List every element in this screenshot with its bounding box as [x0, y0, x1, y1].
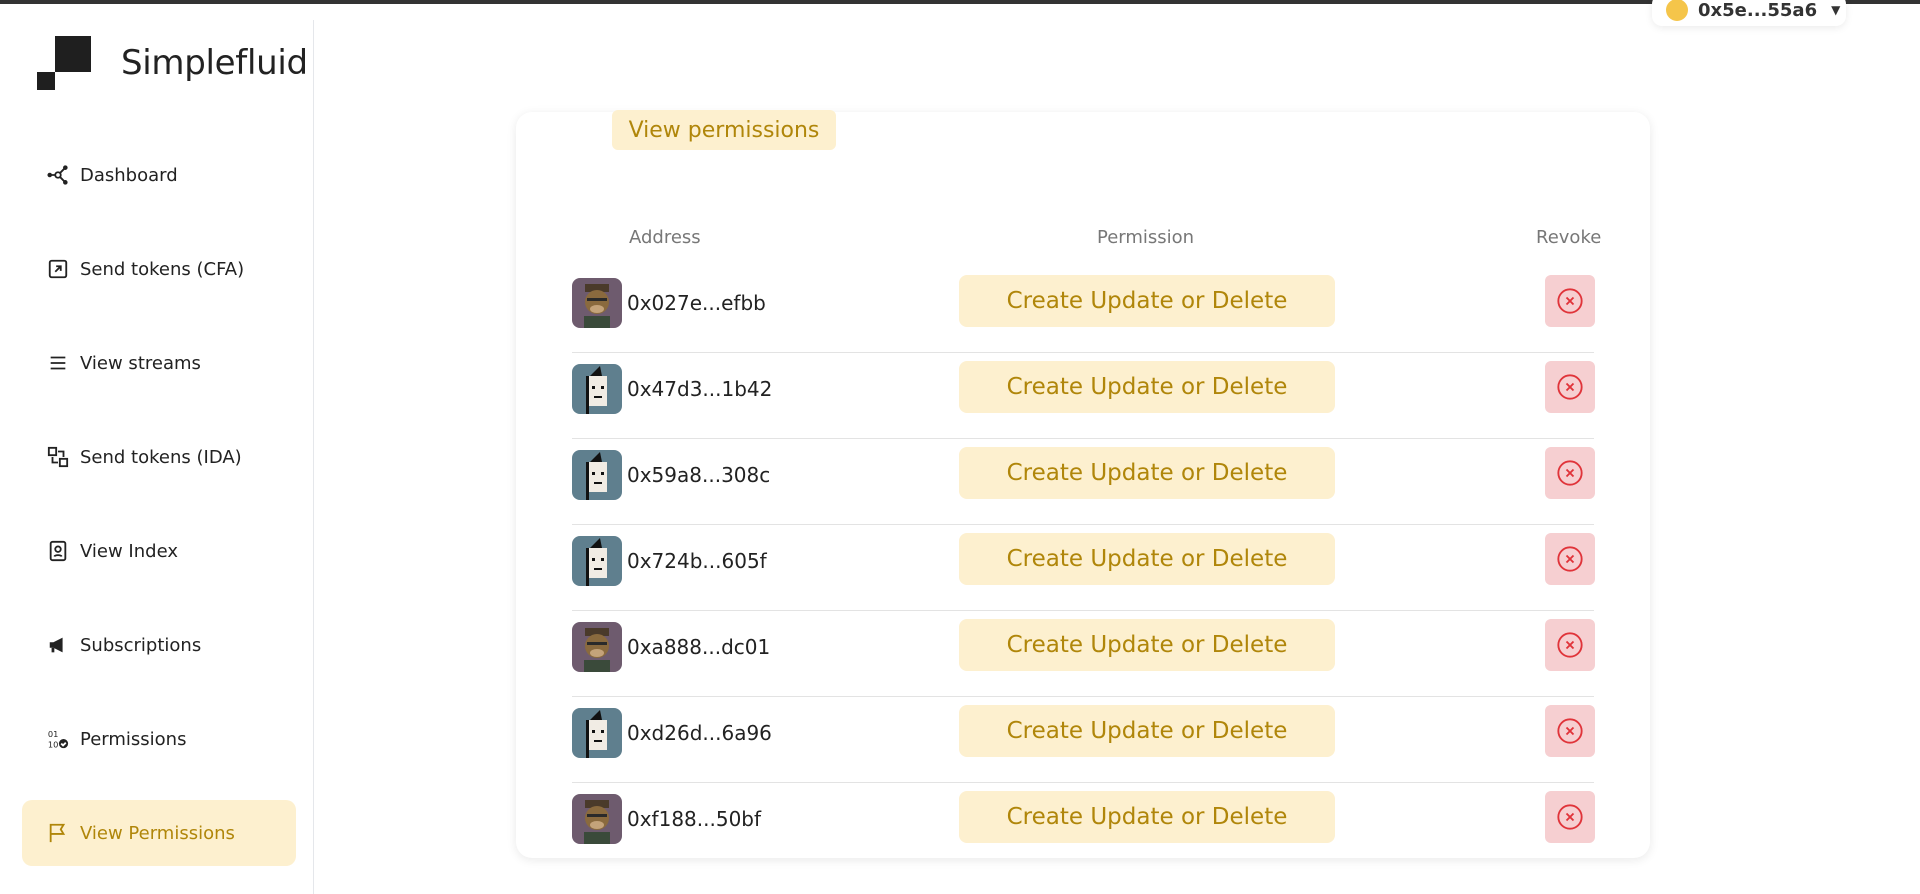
close-circle-icon	[1557, 460, 1583, 486]
revoke-button[interactable]	[1545, 705, 1595, 757]
close-circle-icon	[1557, 718, 1583, 744]
permission-badge[interactable]: Create Update or Delete	[959, 791, 1335, 843]
chevron-down-icon: ▼	[1831, 3, 1841, 17]
sidebar-item-view-streams[interactable]: View streams	[22, 330, 296, 396]
punk-avatar	[572, 536, 622, 586]
row-address: 0xf188...50bf	[627, 807, 762, 831]
ape-avatar	[572, 278, 622, 328]
table-row: 0x59a8...308c Create Update or Delete	[572, 439, 1595, 525]
table-row: 0xd26d...6a96 Create Update or Delete	[572, 697, 1595, 783]
sidebar-item-label: View Index	[80, 540, 178, 562]
permission-badge[interactable]: Create Update or Delete	[959, 275, 1335, 327]
column-header-address: Address	[629, 227, 701, 248]
ape-avatar	[572, 794, 622, 844]
sidebar-item-view-index[interactable]: View Index	[22, 518, 296, 584]
sidebar-item-send-tokens-cfa[interactable]: Send tokens (CFA)	[22, 236, 296, 302]
close-circle-icon	[1557, 288, 1583, 314]
sidebar-item-view-permissions[interactable]: View Permissions	[22, 800, 296, 866]
column-header-permission: Permission	[1097, 227, 1195, 248]
transfer-squares-icon	[44, 443, 72, 471]
logo-mark-icon	[37, 36, 91, 90]
close-circle-icon	[1557, 804, 1583, 830]
sidebar-item-label: View Permissions	[80, 822, 235, 844]
logo[interactable]: Simplefluid	[37, 36, 308, 90]
sidebar-item-permissions[interactable]: 01 10 Permissions	[22, 706, 296, 772]
close-circle-icon	[1557, 632, 1583, 658]
list-lines-icon	[44, 349, 72, 377]
table-row: 0xf188...50bf Create Update or Delete	[572, 783, 1595, 869]
permissions-card: View permissions Address Permission Revo…	[516, 110, 1650, 858]
revoke-button[interactable]	[1545, 447, 1595, 499]
logo-text: Simplefluid	[121, 43, 308, 83]
row-address: 0xd26d...6a96	[627, 721, 772, 745]
punk-avatar	[572, 364, 622, 414]
wallet-address: 0x5e...55a6	[1698, 0, 1818, 21]
table-row: 0xa888...dc01 Create Update or Delete	[572, 611, 1595, 697]
sidebar-item-label: Dashboard	[80, 164, 178, 186]
permission-badge[interactable]: Create Update or Delete	[959, 705, 1335, 757]
binary-check-icon: 01 10	[44, 725, 72, 753]
column-header-revoke: Revoke	[1536, 227, 1602, 248]
svg-text:10: 10	[48, 739, 59, 749]
revoke-button[interactable]	[1545, 619, 1595, 671]
row-address: 0xa888...dc01	[627, 635, 771, 659]
sidebar-item-label: View streams	[80, 352, 201, 374]
permission-badge[interactable]: Create Update or Delete	[959, 533, 1335, 585]
close-circle-icon	[1557, 546, 1583, 572]
top-border	[0, 0, 1920, 4]
wallet-avatar-icon	[1666, 0, 1688, 21]
table-row: 0x724b...605f Create Update or Delete	[572, 525, 1595, 611]
sidebar-item-label: Send tokens (CFA)	[80, 258, 245, 280]
permission-badge[interactable]: Create Update or Delete	[959, 447, 1335, 499]
table-row: 0x027e...efbb Create Update or Delete	[572, 267, 1595, 353]
flag-icon	[44, 819, 72, 847]
sidebar-item-send-tokens-ida[interactable]: Send tokens (IDA)	[22, 424, 296, 490]
sidebar-item-label: Subscriptions	[80, 634, 202, 656]
ape-avatar	[572, 622, 622, 672]
row-address: 0x47d3...1b42	[627, 377, 773, 401]
permission-badge[interactable]: Create Update or Delete	[959, 619, 1335, 671]
revoke-button[interactable]	[1545, 361, 1595, 413]
revoke-button[interactable]	[1545, 275, 1595, 327]
svg-text:01: 01	[48, 729, 59, 739]
page-title: View permissions	[612, 110, 836, 150]
revoke-button[interactable]	[1545, 791, 1595, 843]
close-circle-icon	[1557, 374, 1583, 400]
sidebar-item-label: Permissions	[80, 728, 187, 750]
row-address: 0x724b...605f	[627, 549, 767, 573]
sidebar-item-dashboard[interactable]: Dashboard	[22, 142, 296, 208]
sidebar-item-label: Send tokens (IDA)	[80, 446, 242, 468]
revoke-button[interactable]	[1545, 533, 1595, 585]
megaphone-icon	[44, 631, 72, 659]
network-icon	[44, 161, 72, 189]
sidebar-item-subscriptions[interactable]: Subscriptions	[22, 612, 296, 678]
table-row: 0x47d3...1b42 Create Update or Delete	[572, 353, 1595, 439]
wallet-button[interactable]: 0x5e...55a6 ▼	[1652, 0, 1846, 26]
row-address: 0x027e...efbb	[627, 291, 766, 315]
arrow-up-right-square-icon	[44, 255, 72, 283]
id-card-icon	[44, 537, 72, 565]
punk-avatar	[572, 450, 622, 500]
permission-badge[interactable]: Create Update or Delete	[959, 361, 1335, 413]
sidebar: Simplefluid Dashboard Send tokens (CFA) …	[0, 20, 314, 894]
punk-avatar	[572, 708, 622, 758]
row-address: 0x59a8...308c	[627, 463, 771, 487]
